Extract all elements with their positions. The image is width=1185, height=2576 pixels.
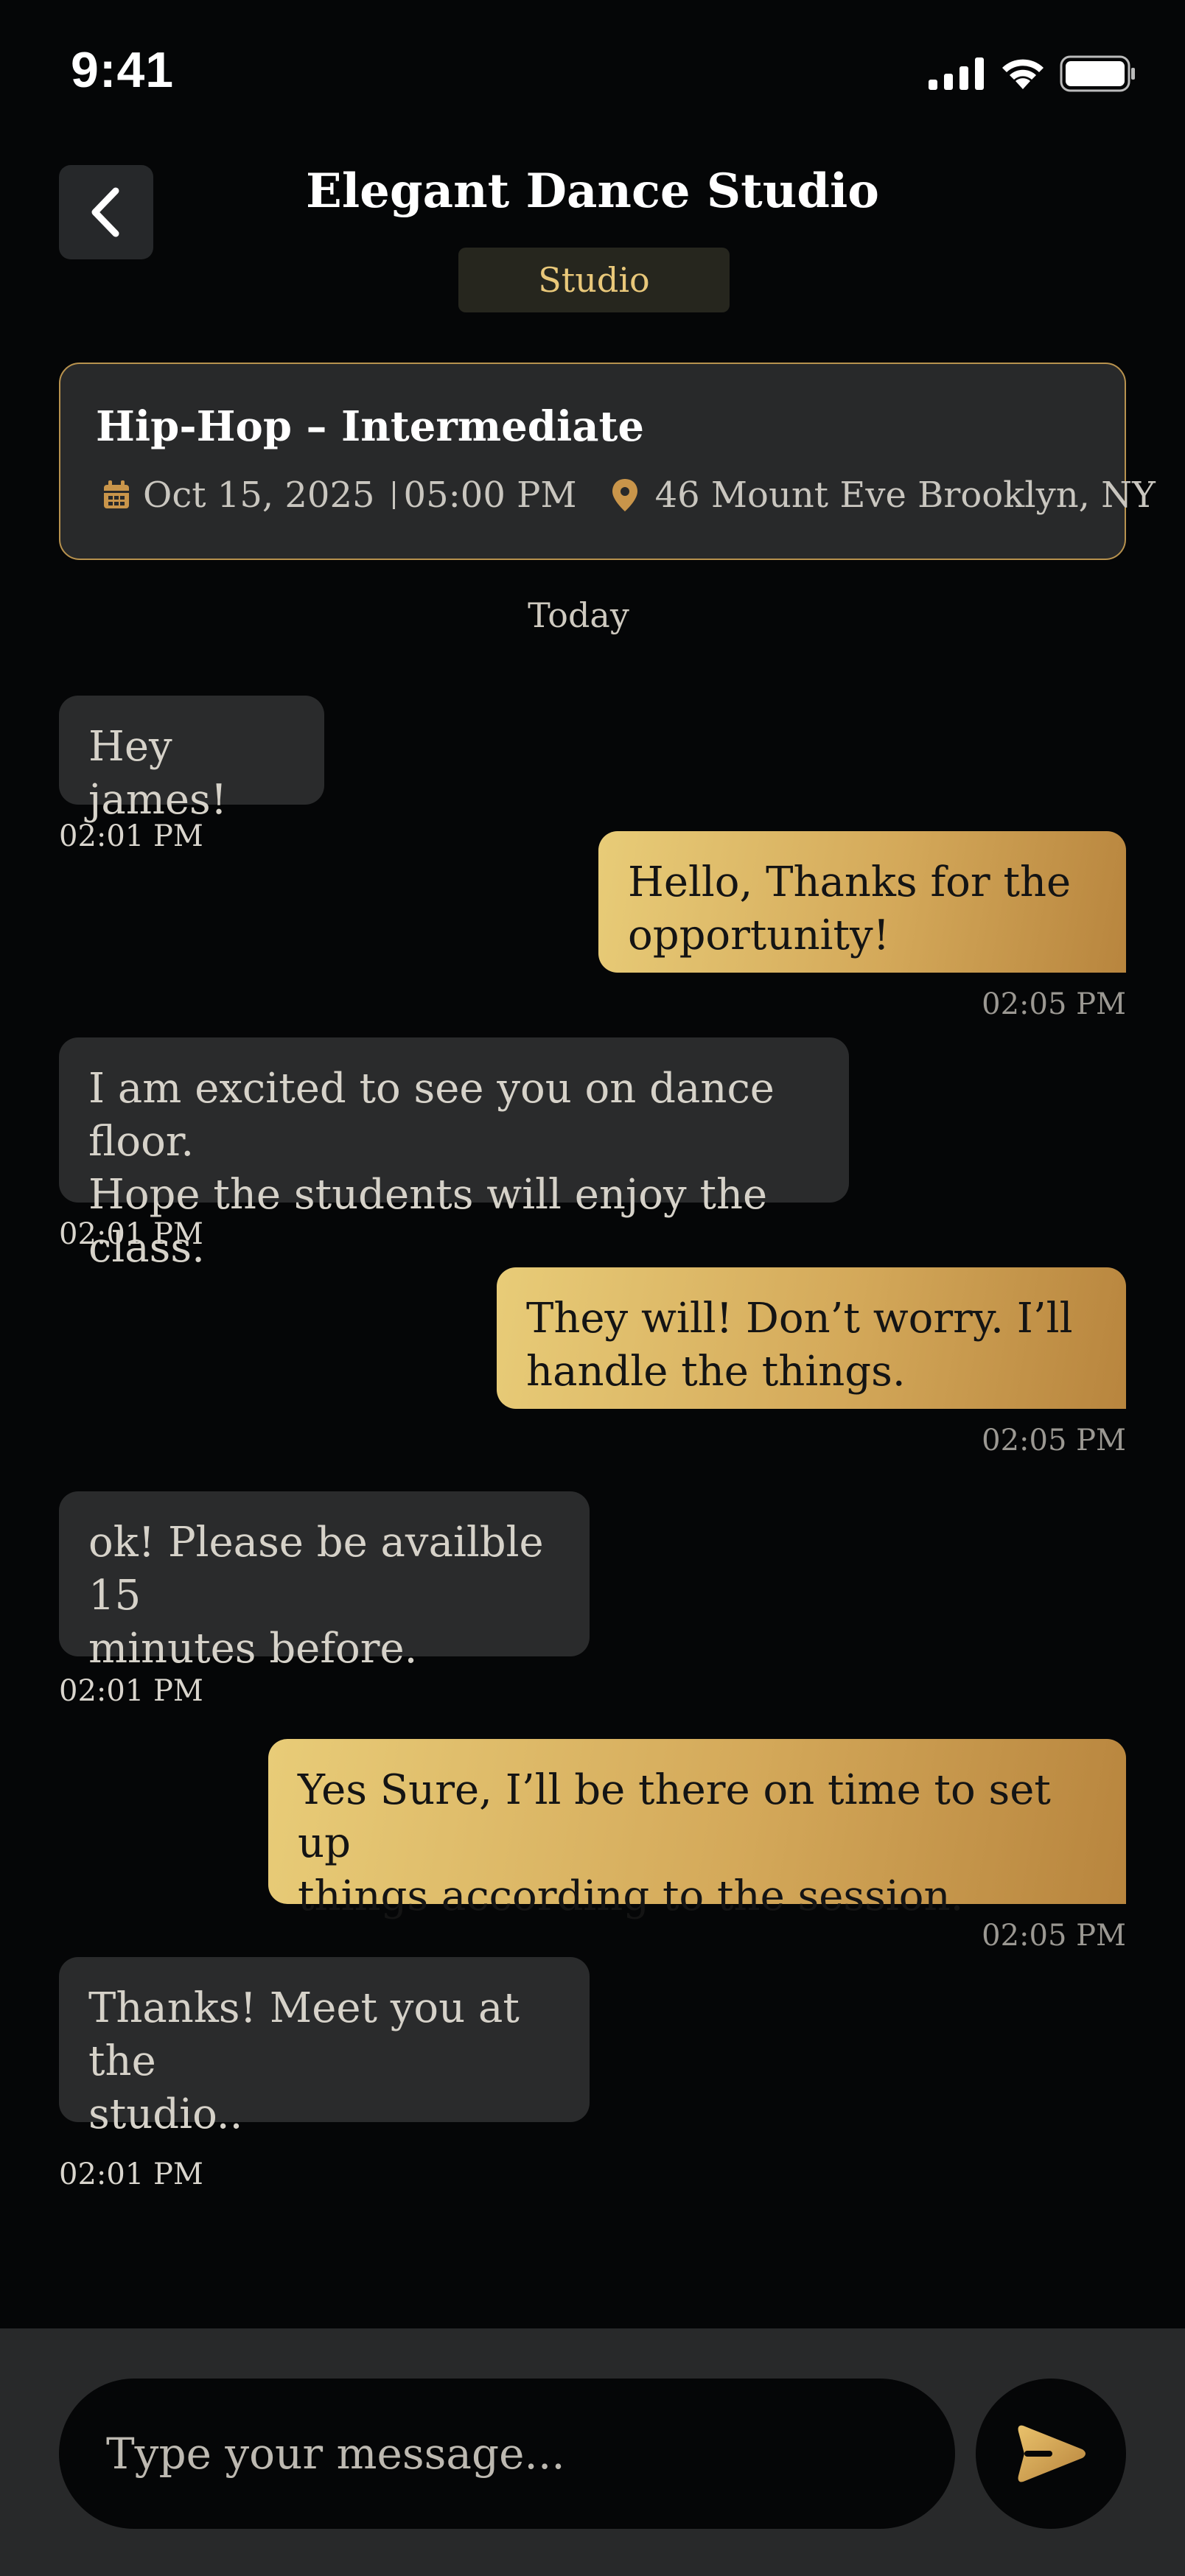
message-text: minutes before. [88,1625,418,1673]
page-title: Elegant Dance Studio [306,164,879,219]
message-text: opportunity! [628,911,890,959]
class-meta: Oct 15, 2025 05:00 PM 46 Mount Eve Brook… [103,473,1156,517]
message-text: Hello, Thanks for the [628,858,1072,906]
message-text: studio.. [88,2090,243,2138]
day-divider: Today [528,595,629,635]
message-bubble-incoming[interactable]: I am excited to see you on dance floor. … [59,1037,849,1272]
message-time: 02:01 PM [59,819,203,853]
cellular-signal-icon [929,57,984,90]
message-input[interactable] [59,2379,955,2529]
message-text: I am excited to see you on dance floor. [88,1065,775,1166]
studio-badge: Studio [458,248,730,312]
location-pin-icon [612,479,637,511]
message-text: Thanks! Meet you at the [88,1984,520,2085]
send-icon [1018,2425,1086,2482]
message-text: handle the things. [526,1348,906,1396]
class-date: Oct 15, 2025 [143,475,375,516]
message-bubble-outgoing[interactable]: Yes Sure, I’ll be there on time to set u… [268,1739,1126,1920]
class-time: 05:00 PM [403,475,577,516]
class-title: Hip-Hop – Intermediate [96,402,644,451]
class-info-card[interactable]: Hip-Hop – Intermediate Oct 15, 2025 05:0… [59,363,1156,560]
message-time: 02:05 PM [982,987,1126,1021]
status-icons [929,52,1136,96]
send-button[interactable] [976,2379,1126,2529]
message-time: 02:01 PM [59,1674,203,1708]
message-bubble-incoming[interactable]: Hey james! [59,696,324,824]
message-text: things according to the session. [298,1872,964,1920]
message-bubble-outgoing[interactable]: They will! Don’t worry. I’ll handle the … [497,1267,1126,1409]
message-time: 02:01 PM [59,1217,203,1251]
message-text: Yes Sure, I’ll be there on time to set u… [298,1766,1051,1867]
status-bar: 9:41 [0,0,1185,140]
message-text: Hey james! [88,723,228,824]
message-text: ok! Please be availble 15 [88,1519,544,1620]
message-bubble-outgoing[interactable]: Hello, Thanks for the opportunity! [598,831,1126,973]
composer-bar [0,2328,1185,2576]
wifi-icon [1002,59,1044,89]
message-time: 02:01 PM [59,2157,203,2191]
status-time: 9:41 [71,42,175,98]
message-bubble-incoming[interactable]: Thanks! Meet you at the studio.. [59,1957,590,2138]
meta-divider [392,481,395,509]
calendar-icon [104,480,129,508]
message-text: They will! Don’t worry. I’ll [526,1295,1073,1343]
message-time: 02:05 PM [982,1424,1126,1457]
class-location: 46 Mount Eve Brooklyn, NY [654,475,1156,516]
message-time: 02:05 PM [982,1919,1126,1953]
battery-icon [1060,55,1135,92]
message-bubble-incoming[interactable]: ok! Please be availble 15 minutes before… [59,1491,590,1673]
